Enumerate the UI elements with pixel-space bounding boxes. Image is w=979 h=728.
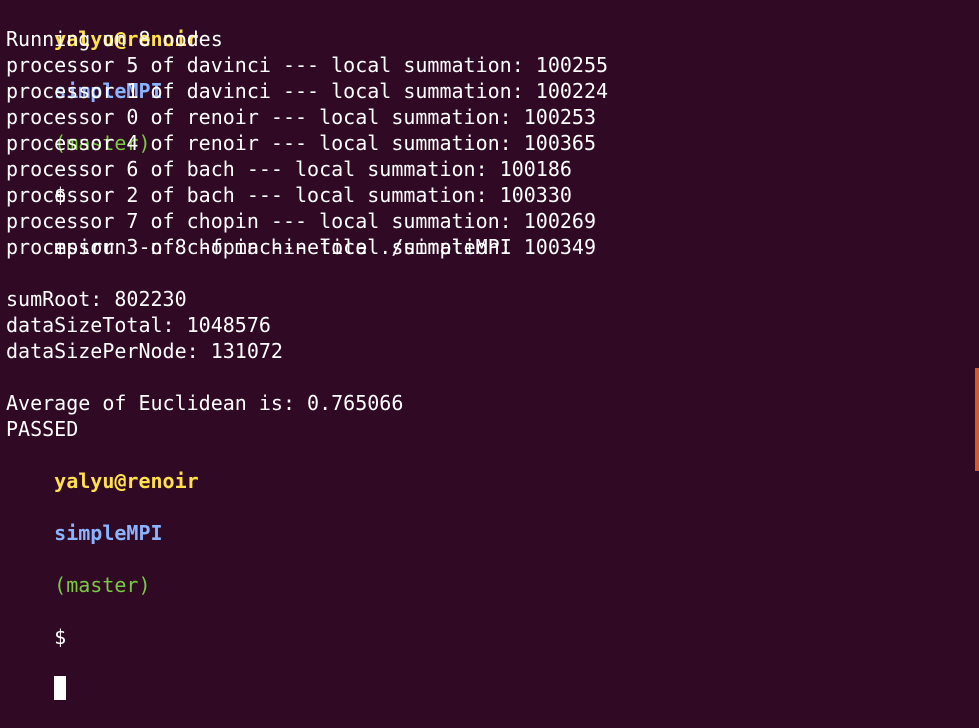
output-processor-line: processor 1 of davinci --- local summati… [6,79,609,103]
output-average: Average of Euclidean is: 0.765066 [6,391,404,415]
prompt-symbol: $ [54,625,67,649]
prompt-branch: (master) [54,573,151,597]
output-sum-root: sumRoot: 802230 [6,287,187,311]
prompt-dir: simpleMPI [54,521,163,545]
output-running: Running on 8 nodes [6,27,223,51]
command-line: yalyu@renoir simpleMPI (master) $ mpirun… [0,0,979,259]
scrollbar-thumb[interactable] [975,368,979,471]
text-cursor[interactable] [54,676,67,700]
output-status: PASSED [6,417,79,441]
prompt-user: yalyu@renoir [54,469,199,493]
terminal-window[interactable]: yalyu@renoir simpleMPI (master) $ mpirun… [0,0,979,700]
output-processor-line: processor 7 of chopin --- local summatio… [6,209,597,233]
output-processor-line: processor 0 of renoir --- local summatio… [6,105,597,129]
output-processor-line: processor 4 of renoir --- local summatio… [6,131,597,155]
output-data-size-total: dataSizeTotal: 1048576 [6,313,271,337]
output-processor-line: processor 5 of davinci --- local summati… [6,53,609,77]
active-prompt-line[interactable]: yalyu@renoir simpleMPI (master) $ [0,442,979,700]
output-data-size-per-node: dataSizePerNode: 131072 [6,339,283,363]
output-processor-line: processor 2 of bach --- local summation:… [6,183,572,207]
output-processor-line: processor 3 of chopin --- local summatio… [6,235,597,259]
output-processor-line: processor 6 of bach --- local summation:… [6,157,572,181]
